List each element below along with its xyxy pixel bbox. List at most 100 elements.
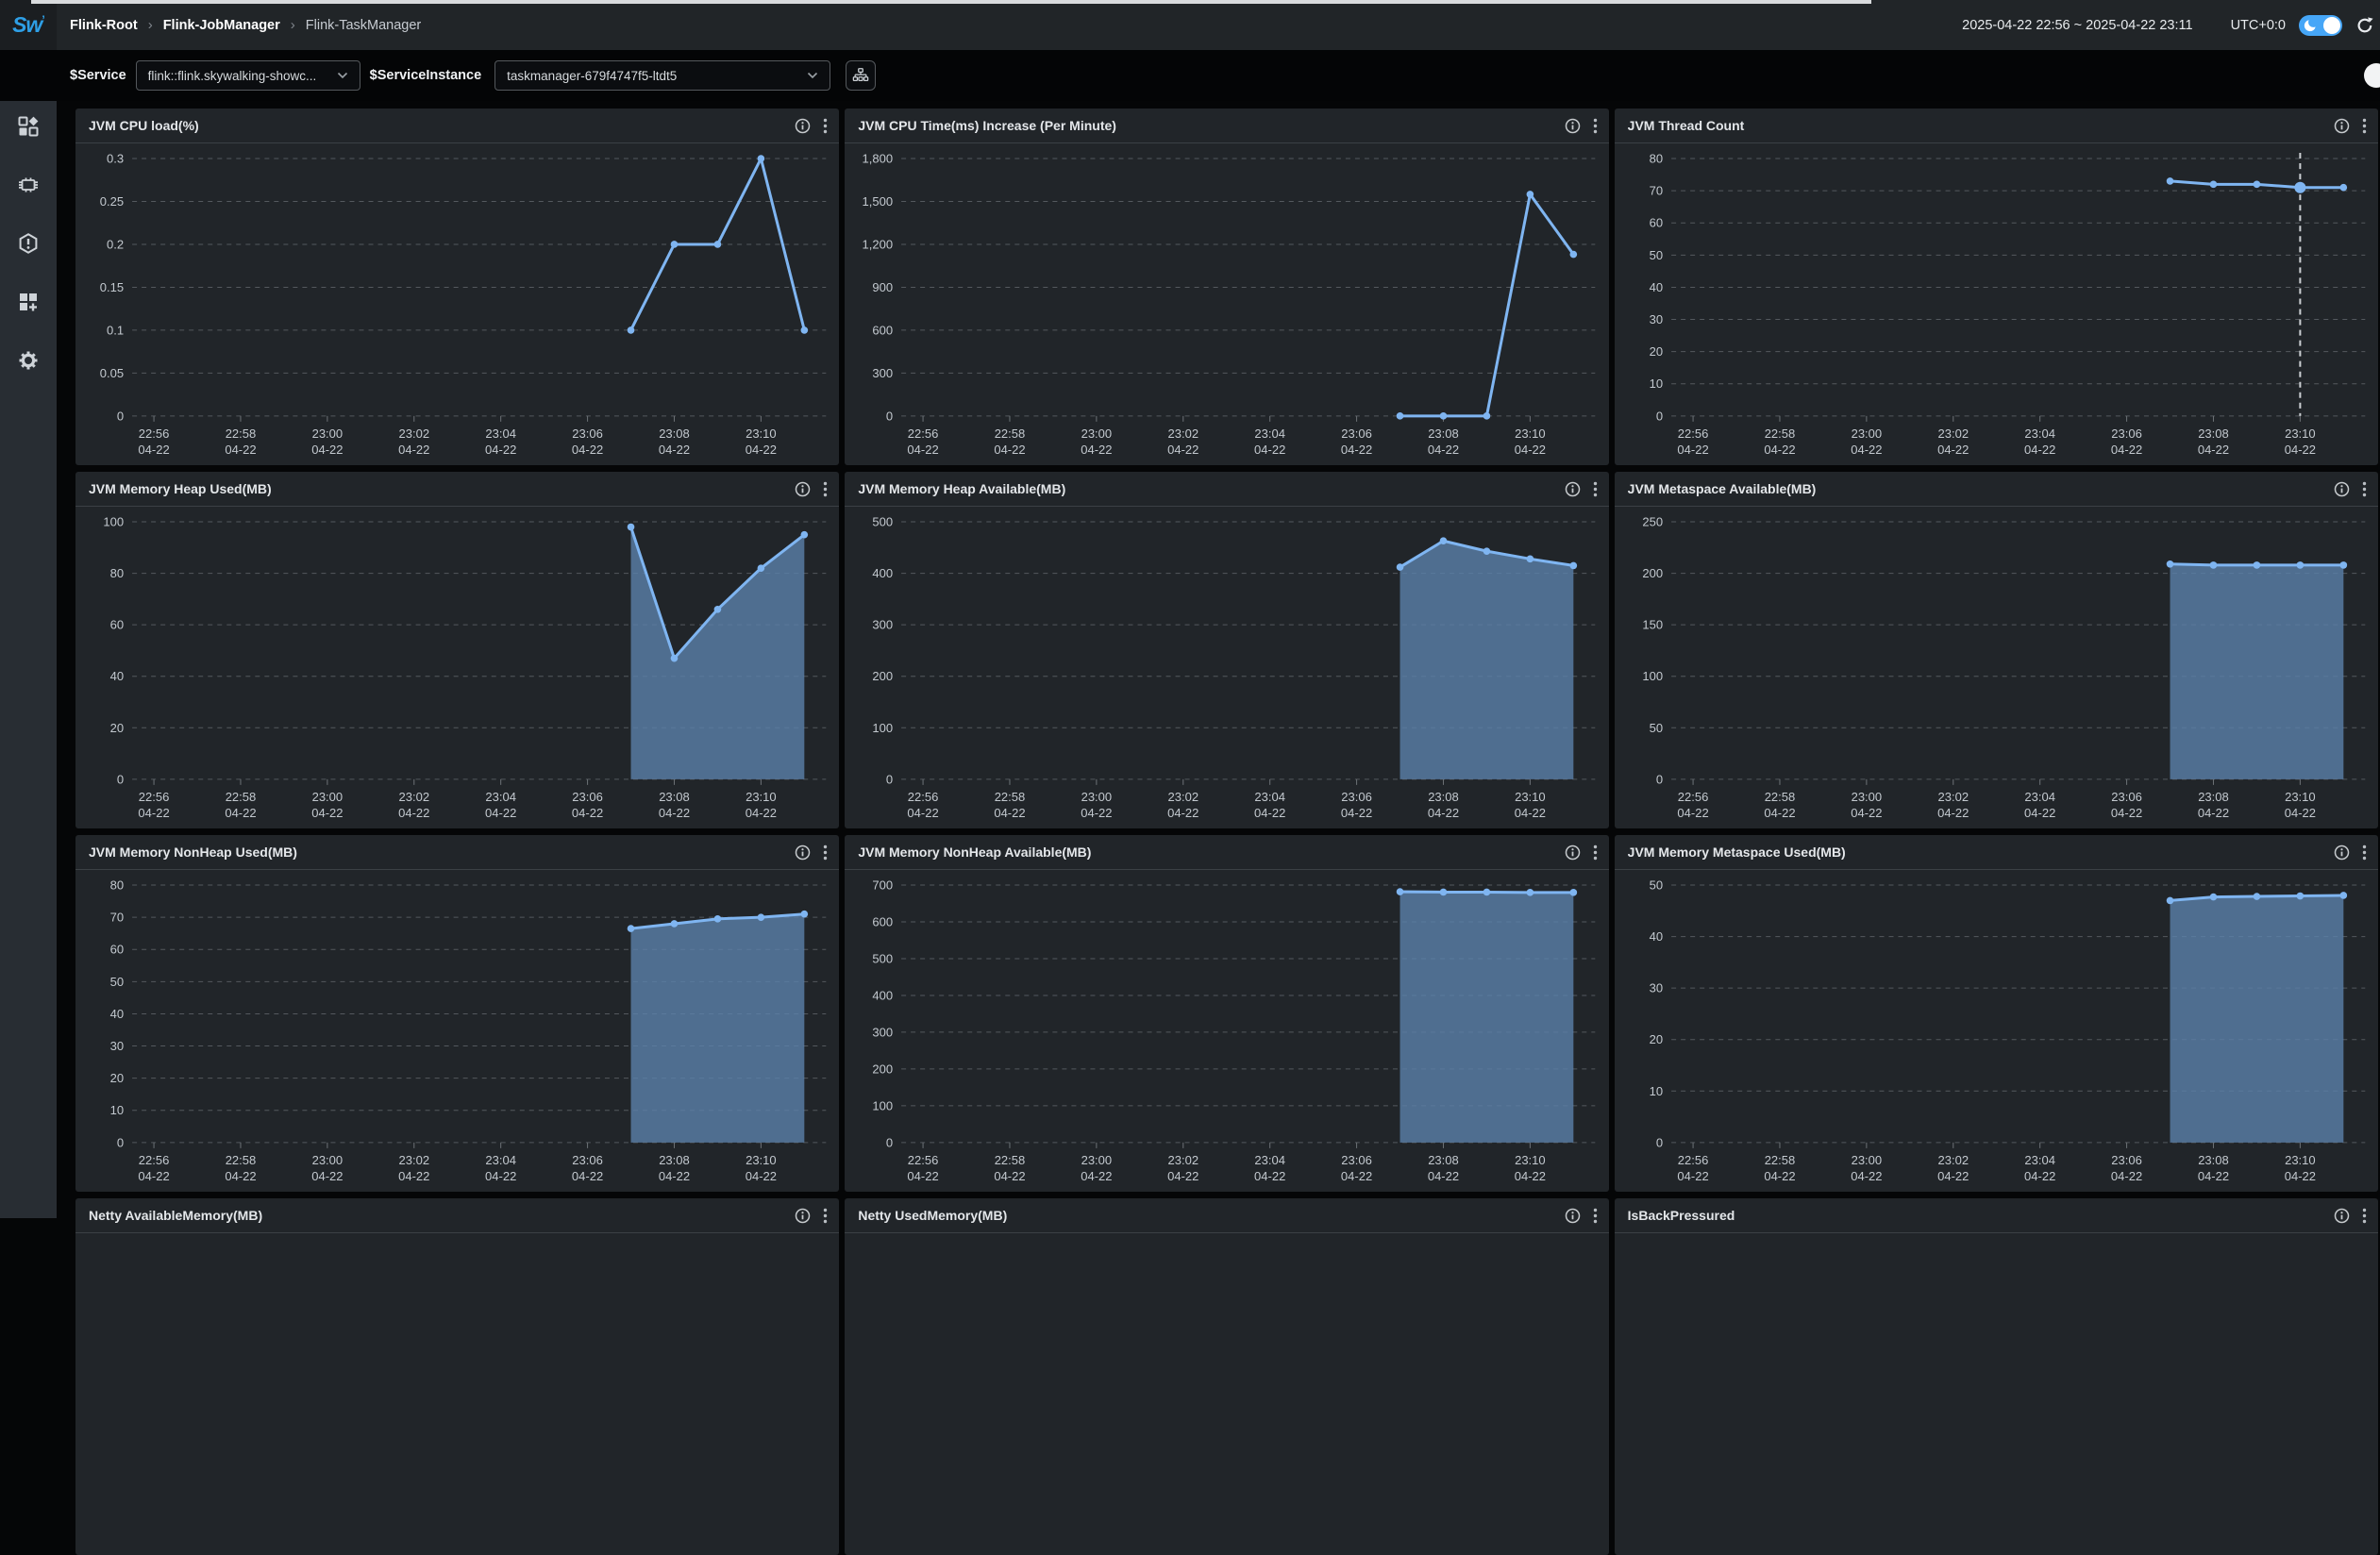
svg-text:04-22: 04-22 bbox=[1428, 806, 1459, 820]
panel-body bbox=[75, 1233, 839, 1555]
refresh-button[interactable] bbox=[2355, 16, 2374, 35]
sidebar-item-dashboards[interactable] bbox=[16, 114, 41, 139]
info-icon[interactable] bbox=[2334, 844, 2350, 861]
svg-text:0: 0 bbox=[117, 409, 124, 423]
chart-jvm-memory-nonheap-used-mb[interactable]: 8070605040302010022:5604-2222:5804-2223:… bbox=[75, 870, 839, 1192]
hierarchy-topology-button[interactable] bbox=[846, 60, 876, 91]
panel-body bbox=[1615, 1233, 2378, 1555]
svg-text:04-22: 04-22 bbox=[1341, 806, 1372, 820]
svg-text:100: 100 bbox=[1642, 669, 1663, 683]
marketplace-icon bbox=[17, 291, 40, 313]
info-icon[interactable] bbox=[1565, 844, 1581, 861]
svg-text:04-22: 04-22 bbox=[1254, 443, 1285, 457]
info-icon[interactable] bbox=[795, 1208, 811, 1224]
svg-text:0: 0 bbox=[886, 409, 893, 423]
breadcrumb-item-root[interactable]: Flink-Root bbox=[70, 18, 138, 33]
breadcrumb-item-jobmanager[interactable]: Flink-JobManager bbox=[163, 18, 280, 33]
time-range-picker[interactable]: 2025-04-22 22:56 ~ 2025-04-22 23:11 bbox=[1962, 18, 2192, 33]
service-instance-select[interactable]: taskmanager-679f4747f5-ltdt5 bbox=[494, 60, 830, 91]
kebab-menu-icon[interactable] bbox=[1593, 844, 1598, 861]
chart-jvm-thread-count[interactable]: 8070605040302010022:5604-2222:5804-2223:… bbox=[1615, 143, 2378, 465]
svg-text:04-22: 04-22 bbox=[1764, 806, 1795, 820]
auto-refresh-toggle-partial[interactable] bbox=[2364, 63, 2380, 88]
sidebar-item-marketplace[interactable] bbox=[16, 290, 41, 314]
info-icon[interactable] bbox=[1565, 1208, 1581, 1224]
kebab-menu-icon[interactable] bbox=[1593, 1208, 1598, 1224]
svg-text:23:02: 23:02 bbox=[398, 1153, 429, 1167]
svg-text:23:04: 23:04 bbox=[2024, 426, 2055, 441]
info-icon[interactable] bbox=[2334, 118, 2350, 134]
panel-jvm-memory-heap-used-mb: JVM Memory Heap Used(MB) 10080604020022:5… bbox=[75, 472, 839, 828]
chart-jvm-cpu-load[interactable]: 0.30.250.20.150.10.05022:5604-2222:5804-… bbox=[75, 143, 839, 465]
sidebar-item-topology[interactable] bbox=[16, 173, 41, 197]
kebab-menu-icon[interactable] bbox=[823, 481, 828, 497]
svg-text:04-22: 04-22 bbox=[1515, 806, 1546, 820]
svg-text:04-22: 04-22 bbox=[138, 1169, 169, 1183]
dark-mode-toggle[interactable] bbox=[2299, 15, 2342, 36]
kebab-menu-icon[interactable] bbox=[823, 1208, 828, 1224]
svg-text:30: 30 bbox=[1649, 312, 1662, 326]
info-icon[interactable] bbox=[2334, 481, 2350, 497]
svg-text:23:00: 23:00 bbox=[1851, 1153, 1882, 1167]
svg-text:500: 500 bbox=[873, 515, 894, 529]
kebab-menu-icon[interactable] bbox=[1593, 118, 1598, 134]
panel-header: Netty UsedMemory(MB) bbox=[845, 1198, 1608, 1233]
svg-text:40: 40 bbox=[1649, 280, 1662, 294]
svg-text:0.25: 0.25 bbox=[100, 194, 124, 209]
svg-text:04-22: 04-22 bbox=[572, 443, 603, 457]
panel-body: 5040302010022:5604-2222:5804-2223:0004-2… bbox=[1615, 870, 2378, 1192]
info-icon[interactable] bbox=[795, 118, 811, 134]
svg-text:23:08: 23:08 bbox=[2198, 1153, 2229, 1167]
info-icon[interactable] bbox=[1565, 481, 1581, 497]
svg-text:04-22: 04-22 bbox=[485, 1169, 516, 1183]
kebab-menu-icon[interactable] bbox=[823, 118, 828, 134]
panel-body: 0.30.250.20.150.10.05022:5604-2222:5804-… bbox=[75, 143, 839, 465]
kebab-menu-icon[interactable] bbox=[2362, 118, 2367, 134]
info-icon[interactable] bbox=[795, 844, 811, 861]
svg-text:04-22: 04-22 bbox=[995, 1169, 1026, 1183]
svg-text:300: 300 bbox=[873, 1025, 894, 1039]
panel-header-icons bbox=[1565, 844, 1598, 861]
info-icon[interactable] bbox=[795, 481, 811, 497]
panel-title: JVM CPU load(%) bbox=[89, 118, 795, 133]
svg-text:04-22: 04-22 bbox=[398, 1169, 429, 1183]
timezone-label: UTC+0:0 bbox=[2231, 18, 2286, 33]
service-select[interactable]: flink::flink.skywalking-showc... bbox=[136, 60, 360, 91]
kebab-menu-icon[interactable] bbox=[2362, 844, 2367, 861]
kebab-menu-icon[interactable] bbox=[1593, 481, 1598, 497]
kebab-menu-icon[interactable] bbox=[2362, 481, 2367, 497]
chart-jvm-memory-metaspace-used-mb[interactable]: 5040302010022:5604-2222:5804-2223:0004-2… bbox=[1615, 870, 2378, 1192]
svg-text:04-22: 04-22 bbox=[2111, 443, 2142, 457]
svg-text:23:06: 23:06 bbox=[1342, 1153, 1373, 1167]
svg-text:23:02: 23:02 bbox=[1937, 1153, 1969, 1167]
svg-text:60: 60 bbox=[110, 943, 124, 957]
svg-text:600: 600 bbox=[873, 323, 894, 337]
dashboards-icon bbox=[17, 115, 40, 138]
svg-text:23:06: 23:06 bbox=[572, 790, 603, 804]
svg-text:23:08: 23:08 bbox=[1429, 790, 1460, 804]
panel-title: JVM Memory Heap Used(MB) bbox=[89, 481, 795, 496]
svg-text:04-22: 04-22 bbox=[398, 806, 429, 820]
chart-jvm-memory-nonheap-available-mb[interactable]: 700600500400300200100022:5604-2222:5804-… bbox=[845, 870, 1608, 1192]
kebab-menu-icon[interactable] bbox=[823, 844, 828, 861]
svg-text:04-22: 04-22 bbox=[1937, 806, 1969, 820]
chart-jvm-memory-heap-available-mb[interactable]: 500400300200100022:5604-2222:5804-2223:0… bbox=[845, 507, 1608, 828]
skywalking-logo[interactable]: Sw’ bbox=[12, 12, 44, 38]
sidebar-item-settings[interactable] bbox=[16, 348, 41, 373]
svg-text:04-22: 04-22 bbox=[1254, 806, 1285, 820]
sidebar bbox=[0, 101, 57, 1218]
svg-text:0.15: 0.15 bbox=[100, 280, 124, 294]
panel-body: 10080604020022:5604-2222:5804-2223:0004-… bbox=[75, 507, 839, 828]
chart-jvm-metaspace-available-mb[interactable]: 25020015010050022:5604-2222:5804-2223:00… bbox=[1615, 507, 2378, 828]
info-icon[interactable] bbox=[1565, 118, 1581, 134]
panel-title: JVM Thread Count bbox=[1628, 118, 2334, 133]
svg-text:500: 500 bbox=[873, 951, 894, 965]
window-top-strip bbox=[31, 0, 1871, 4]
info-icon[interactable] bbox=[2334, 1208, 2350, 1224]
svg-text:300: 300 bbox=[873, 618, 894, 632]
chart-jvm-memory-heap-used-mb[interactable]: 10080604020022:5604-2222:5804-2223:0004-… bbox=[75, 507, 839, 828]
sidebar-item-alerting[interactable] bbox=[16, 231, 41, 256]
svg-text:900: 900 bbox=[873, 280, 894, 294]
chart-jvm-cpu-time-ms-increase-per-minute[interactable]: 1,8001,5001,200900600300022:5604-2222:58… bbox=[845, 143, 1608, 465]
kebab-menu-icon[interactable] bbox=[2362, 1208, 2367, 1224]
